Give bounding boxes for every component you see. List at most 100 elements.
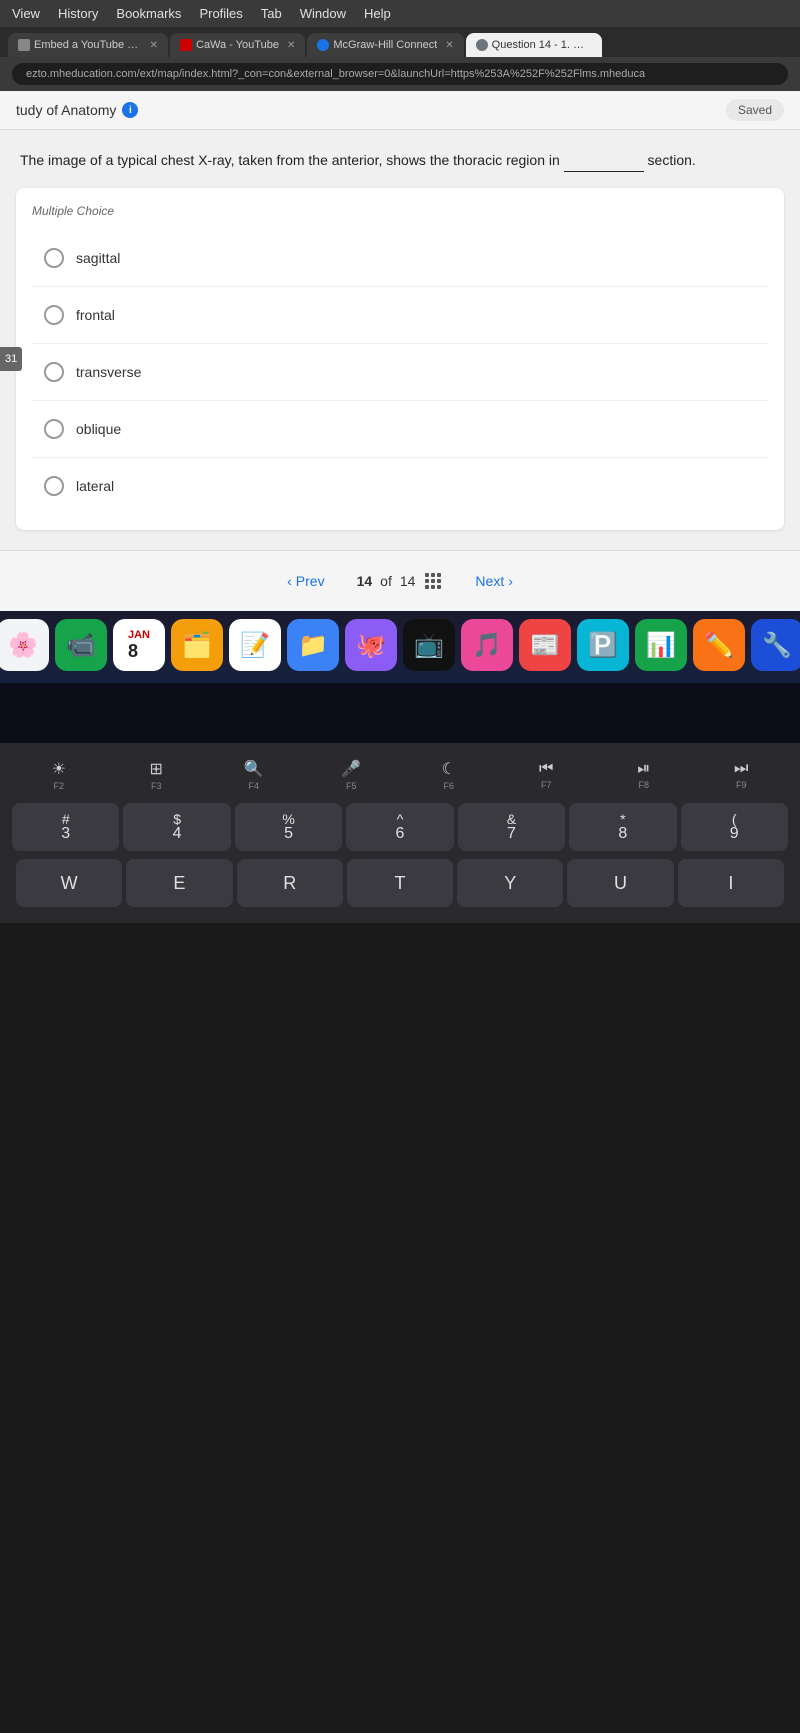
question-card-wrapper: 31 Multiple Choice sagittal frontal tran… <box>16 188 784 530</box>
menu-history[interactable]: History <box>58 6 98 21</box>
dock-appletv[interactable]: 📺 <box>403 619 455 671</box>
key-8[interactable]: * 8 <box>569 803 676 851</box>
number-7: 7 <box>507 826 516 842</box>
mango-icon: 🐙 <box>356 631 386 660</box>
testflight-icon: 🔧 <box>762 631 792 660</box>
key-e[interactable]: E <box>126 859 232 907</box>
fn-key-f4[interactable]: 🔍 F4 <box>207 759 301 791</box>
dock-testflight[interactable]: 🔧 <box>751 619 800 671</box>
option-row-sagittal[interactable]: sagittal <box>32 230 768 287</box>
dock-reminders[interactable]: 📝 <box>229 619 281 671</box>
tab-question14[interactable]: Question 14 - 1. Quiz: Study <box>466 33 602 57</box>
option-label-oblique: oblique <box>76 421 121 437</box>
tab-close-1[interactable]: ✕ <box>287 40 295 51</box>
key-r[interactable]: R <box>237 859 343 907</box>
prev-button[interactable]: ‹ Prev <box>271 565 340 597</box>
grid-icon[interactable] <box>423 571 443 591</box>
key-y[interactable]: Y <box>457 859 563 907</box>
question-number-badge: 31 <box>0 347 22 371</box>
info-icon[interactable]: i <box>122 102 138 118</box>
dock-pages[interactable]: ✏️ <box>693 619 745 671</box>
tab-favicon-3 <box>476 39 488 51</box>
key-u[interactable]: U <box>567 859 673 907</box>
fn-key-f5[interactable]: 🎤 F5 <box>305 759 399 791</box>
fn-key-f7[interactable]: ⏮ F7 <box>500 760 594 790</box>
options-container: sagittal frontal transverse oblique late <box>32 230 768 514</box>
dock-calendar[interactable]: JAN8 <box>113 619 165 671</box>
fn-key-f3[interactable]: ⊞ F3 <box>110 759 204 791</box>
dock-facetime[interactable]: 📹 <box>55 619 107 671</box>
menu-window[interactable]: Window <box>300 6 346 21</box>
mic-icon: 🎤 <box>341 759 361 779</box>
rewind-icon: ⏮ <box>539 760 553 778</box>
option-row-lateral[interactable]: lateral <box>32 458 768 514</box>
next-button[interactable]: Next › <box>459 565 528 597</box>
dock-pixelmator[interactable]: 🅿️ <box>577 619 629 671</box>
dock-photos[interactable]: 🌸 <box>0 619 49 671</box>
menu-profiles[interactable]: Profiles <box>199 6 242 21</box>
finder-icon: 📁 <box>298 631 328 660</box>
page-title: tudy of Anatomy <box>16 102 116 118</box>
playpause-icon: ⏯ <box>637 760 650 778</box>
fn-key-f2[interactable]: ☀ F2 <box>12 759 106 791</box>
letter-e: E <box>173 873 185 894</box>
option-row-transverse[interactable]: transverse <box>32 344 768 401</box>
option-row-frontal[interactable]: frontal <box>32 287 768 344</box>
letter-y: Y <box>504 873 516 894</box>
symbol-caret: ^ <box>397 812 404 826</box>
symbol-hash: # <box>62 812 70 826</box>
key-6[interactable]: ^ 6 <box>346 803 453 851</box>
radio-sagittal[interactable] <box>44 248 64 268</box>
key-3[interactable]: # 3 <box>12 803 119 851</box>
tab-youtube-embed[interactable]: Embed a YouTube Vi... ✕ <box>8 33 168 57</box>
tab-close-2[interactable]: ✕ <box>445 40 453 51</box>
radio-frontal[interactable] <box>44 305 64 325</box>
number-9: 9 <box>730 826 739 842</box>
key-i[interactable]: I <box>678 859 784 907</box>
key-5[interactable]: % 5 <box>235 803 342 851</box>
key-9[interactable]: ( 9 <box>681 803 788 851</box>
f2-label: F2 <box>53 781 64 791</box>
address-bar[interactable]: ezto.mheducation.com/ext/map/index.html?… <box>12 63 788 85</box>
dock-files[interactable]: 🗂️ <box>171 619 223 671</box>
f5-label: F5 <box>346 781 357 791</box>
dock-numbers[interactable]: 📊 <box>635 619 687 671</box>
number-6: 6 <box>396 826 405 842</box>
calendar-icon: JAN8 <box>128 629 150 662</box>
key-w[interactable]: W <box>16 859 122 907</box>
option-row-oblique[interactable]: oblique <box>32 401 768 458</box>
fn-key-f8[interactable]: ⏯ F8 <box>597 760 691 790</box>
key-4[interactable]: $ 4 <box>123 803 230 851</box>
menu-help[interactable]: Help <box>364 6 391 21</box>
fn-key-f9[interactable]: ⏭ F9 <box>695 760 789 790</box>
key-7[interactable]: & 7 <box>458 803 565 851</box>
dock-music[interactable]: 🎵 <box>461 619 513 671</box>
total-pages: 14 <box>400 573 416 589</box>
menu-view[interactable]: View <box>12 6 40 21</box>
menu-tab[interactable]: Tab <box>261 6 282 21</box>
keyboard-area: ☀ F2 ⊞ F3 🔍 F4 🎤 F5 ☾ F6 ⏮ F7 ⏯ F8 ⏭ F <box>0 743 800 923</box>
f7-label: F7 <box>541 780 552 790</box>
dock-mango[interactable]: 🐙 <box>345 619 397 671</box>
letter-row: W E R T Y U I <box>8 859 792 907</box>
f9-label: F9 <box>736 780 747 790</box>
f8-label: F8 <box>638 780 649 790</box>
letter-r: R <box>283 873 296 894</box>
letter-w: W <box>61 873 78 894</box>
radio-transverse[interactable] <box>44 362 64 382</box>
symbol-openparen: ( <box>732 812 737 826</box>
radio-lateral[interactable] <box>44 476 64 496</box>
key-t[interactable]: T <box>347 859 453 907</box>
tab-favicon-0 <box>18 39 30 51</box>
tab-label-0: Embed a YouTube Vi... <box>34 39 142 51</box>
browser-chrome: View History Bookmarks Profiles Tab Wind… <box>0 0 800 130</box>
appletv-icon: 📺 <box>414 631 444 660</box>
tab-close-0[interactable]: ✕ <box>150 40 158 51</box>
tab-mcgraw[interactable]: McGraw-Hill Connect ✕ <box>307 33 463 57</box>
dock-finder[interactable]: 📁 <box>287 619 339 671</box>
menu-bookmarks[interactable]: Bookmarks <box>116 6 181 21</box>
dock-news[interactable]: 📰 <box>519 619 571 671</box>
fn-key-f6[interactable]: ☾ F6 <box>402 759 496 791</box>
tab-cawa-youtube[interactable]: CaWa - YouTube ✕ <box>170 33 305 57</box>
radio-oblique[interactable] <box>44 419 64 439</box>
